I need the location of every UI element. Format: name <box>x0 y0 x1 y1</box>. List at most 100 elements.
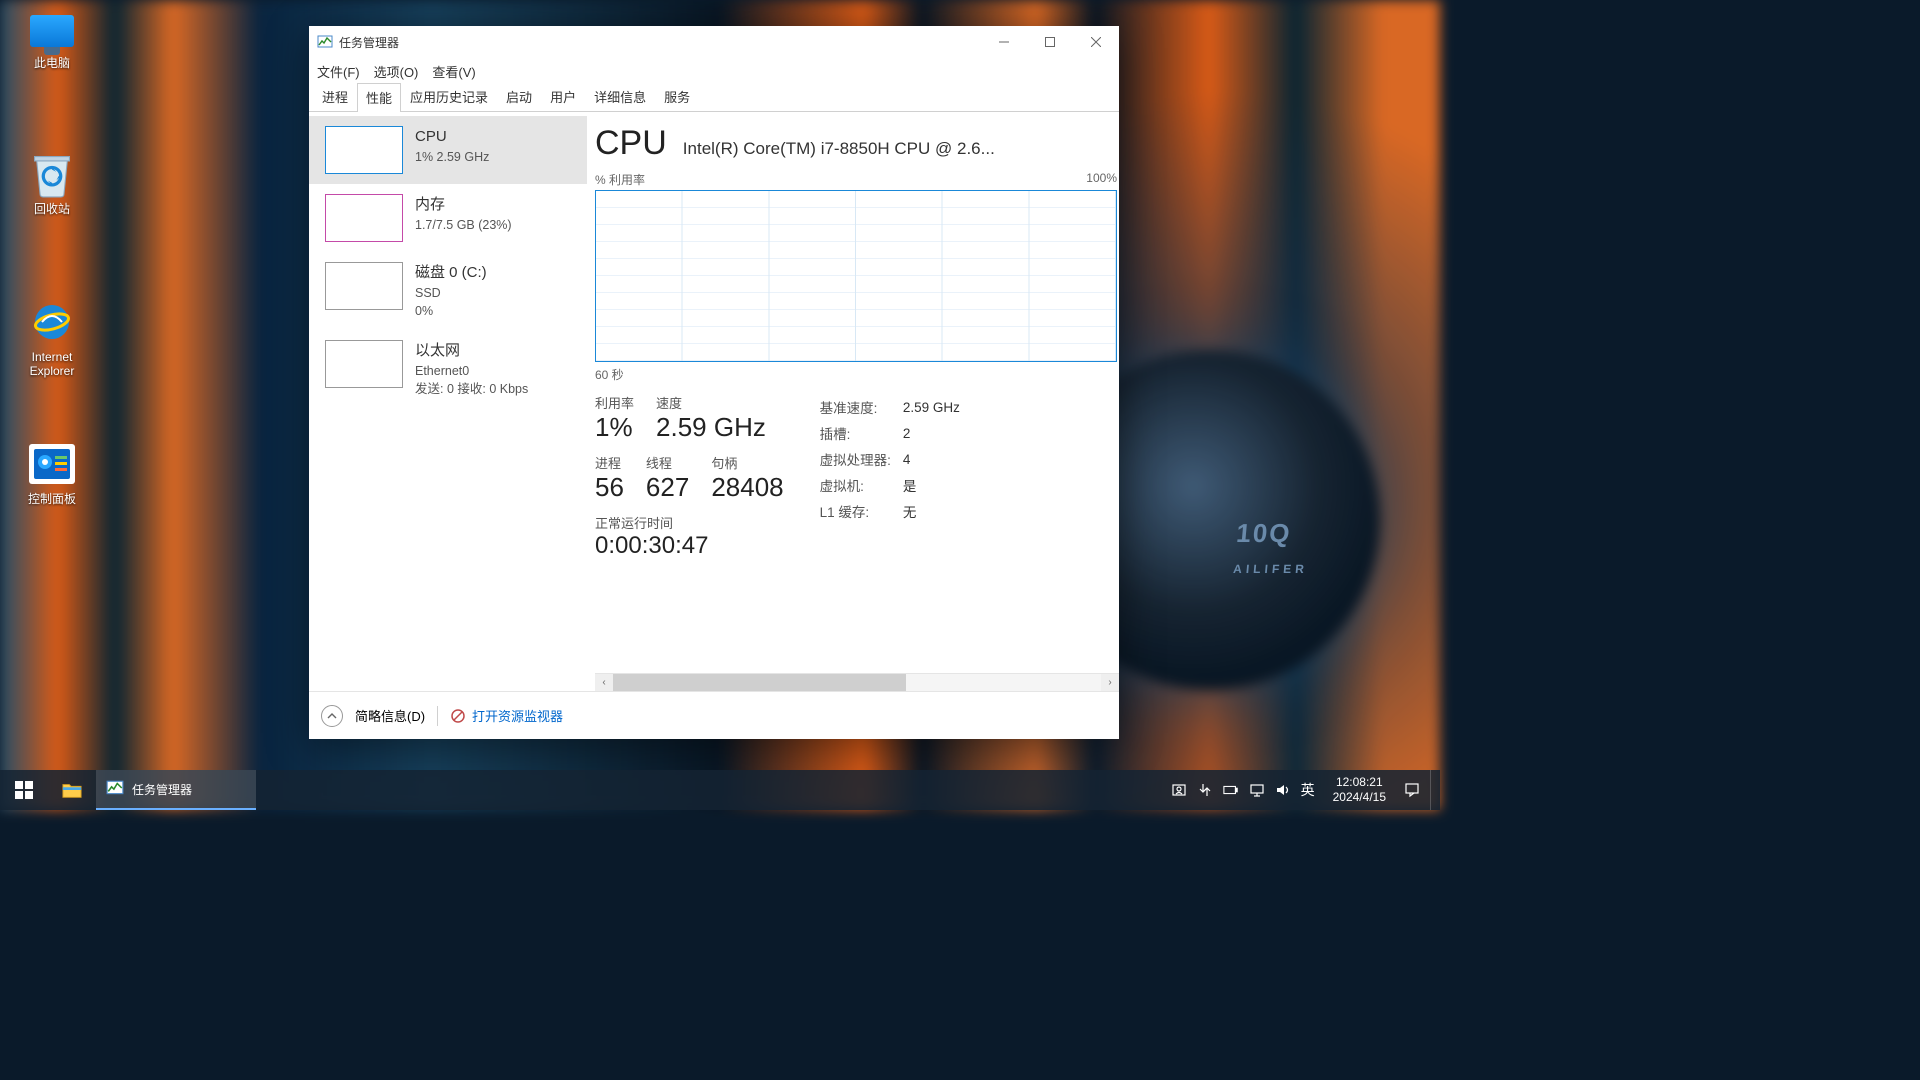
desktop-icon-label: 此电脑 <box>12 56 92 70</box>
sidebar-item-sub: SSD <box>415 284 487 302</box>
horizontal-scrollbar[interactable]: ‹ › <box>595 673 1119 691</box>
sidebar-item-ethernet[interactable]: 以太网 Ethernet0 发送: 0 接收: 0 Kbps <box>309 330 587 408</box>
main-panel: CPU Intel(R) Core(TM) i7-8850H CPU @ 2.6… <box>587 112 1119 691</box>
tray-clock[interactable]: 12:08:21 2024/4/15 <box>1325 775 1394 805</box>
sidebar-item-memory[interactable]: 内存 1.7/7.5 GB (23%) <box>309 184 587 252</box>
stat-proc-value: 56 <box>595 472 624 503</box>
memory-thumb <box>325 194 403 242</box>
start-button[interactable] <box>0 770 48 810</box>
sidebar: CPU 1% 2.59 GHz 内存 1.7/7.5 GB (23%) 磁盘 0… <box>309 112 587 691</box>
sidebar-item-sub2: 发送: 0 接收: 0 Kbps <box>415 380 528 398</box>
cpu-model: Intel(R) Core(TM) i7-8850H CPU @ 2.6... <box>683 139 995 159</box>
sidebar-item-name: CPU <box>415 126 489 148</box>
menu-view[interactable]: 查看(V) <box>432 62 475 81</box>
desktop-icon-recycle-bin[interactable]: 回收站 <box>12 150 92 216</box>
menu-options[interactable]: 选项(O) <box>374 62 419 81</box>
tab-performance[interactable]: 性能 <box>357 83 401 112</box>
clock-time: 12:08:21 <box>1333 775 1386 790</box>
monitor-icon <box>30 15 74 47</box>
menubar: 文件(F) 选项(O) 查看(V) <box>309 58 1119 84</box>
stat-sockets-value: 2 <box>903 421 970 445</box>
body: CPU 1% 2.59 GHz 内存 1.7/7.5 GB (23%) 磁盘 0… <box>309 112 1119 691</box>
tray-volume-icon[interactable] <box>1275 782 1291 798</box>
sidebar-item-cpu[interactable]: CPU 1% 2.59 GHz <box>309 116 587 184</box>
open-resmon-link[interactable]: 打开资源监视器 <box>450 706 563 725</box>
task-manager-icon <box>317 34 333 50</box>
cpu-usage-chart[interactable] <box>595 190 1117 362</box>
tray-network-icon[interactable] <box>1249 782 1265 798</box>
resmon-label: 打开资源监视器 <box>472 706 563 725</box>
sidebar-item-disk[interactable]: 磁盘 0 (C:) SSD 0% <box>309 252 587 330</box>
tab-app-history[interactable]: 应用历史记录 <box>401 82 497 111</box>
tab-details[interactable]: 详细信息 <box>585 82 655 111</box>
tabbar: 进程 性能 应用历史记录 启动 用户 详细信息 服务 <box>309 84 1119 112</box>
recycle-bin-icon <box>28 150 76 198</box>
sidebar-item-name: 磁盘 0 (C:) <box>415 262 487 284</box>
clock-date: 2024/4/15 <box>1333 790 1386 805</box>
action-center-icon[interactable] <box>1404 782 1420 798</box>
scroll-left-icon[interactable]: ‹ <box>595 674 613 692</box>
stat-l1-value: 无 <box>903 499 970 523</box>
tab-services[interactable]: 服务 <box>655 82 699 111</box>
sidebar-item-name: 内存 <box>415 194 512 216</box>
stat-vproc-value: 4 <box>903 447 970 471</box>
desktop-icon-label: 控制面板 <box>12 492 92 506</box>
stat-handle-label: 句柄 <box>711 453 783 472</box>
stat-vm-value: 是 <box>903 473 970 497</box>
menu-file[interactable]: 文件(F) <box>317 62 360 81</box>
tray-people-icon[interactable] <box>1171 782 1187 798</box>
taskbar-app-label: 任务管理器 <box>132 781 192 798</box>
chart-label-left: % 利用率 <box>595 171 645 188</box>
scroll-thumb[interactable] <box>613 674 906 692</box>
taskbar: 任务管理器 英 12:08:21 2024/4/15 <box>0 770 1440 810</box>
desktop-icon-ie[interactable]: Internet Explorer <box>12 298 92 379</box>
separator <box>437 706 438 726</box>
desktop-icon-control-panel[interactable]: 控制面板 <box>12 440 92 506</box>
stat-base-label: 基准速度: <box>820 395 901 419</box>
sidebar-item-sub: Ethernet0 <box>415 362 528 380</box>
control-panel-icon <box>29 444 75 484</box>
stat-vm-label: 虚拟机: <box>820 473 901 497</box>
stat-proc-label: 进程 <box>595 453 624 472</box>
tab-startup[interactable]: 启动 <box>497 82 541 111</box>
desktop-icon-this-pc[interactable]: 此电脑 <box>12 4 92 70</box>
task-manager-window: 任务管理器 文件(F) 选项(O) 查看(V) 进程 性能 应用历史记录 启动 … <box>309 26 1119 739</box>
ethernet-thumb <box>325 340 403 388</box>
file-explorer-button[interactable] <box>48 770 96 810</box>
minimize-button[interactable] <box>981 26 1027 58</box>
sidebar-item-sub: 1% 2.59 GHz <box>415 148 489 166</box>
chart-label-right: 100% <box>1086 171 1117 188</box>
titlebar[interactable]: 任务管理器 <box>309 26 1119 58</box>
maximize-button[interactable] <box>1027 26 1073 58</box>
footer: 简略信息(D) 打开资源监视器 <box>309 691 1119 739</box>
close-button[interactable] <box>1073 26 1119 58</box>
tray-arrows-icon[interactable] <box>1197 782 1213 798</box>
ime-indicator[interactable]: 英 <box>1301 780 1315 800</box>
taskbar-app-task-manager[interactable]: 任务管理器 <box>96 770 256 810</box>
scroll-track[interactable] <box>613 674 1101 692</box>
task-manager-icon <box>106 779 124 800</box>
tray-battery-icon[interactable] <box>1223 782 1239 798</box>
stat-util-value: 1% <box>595 412 634 443</box>
sidebar-item-sub: 1.7/7.5 GB (23%) <box>415 216 512 234</box>
sidebar-item-name: 以太网 <box>415 340 528 362</box>
ie-icon <box>28 298 76 346</box>
scroll-right-icon[interactable]: › <box>1101 674 1119 692</box>
stat-base-value: 2.59 GHz <box>903 395 970 419</box>
main-heading: CPU <box>595 124 667 163</box>
stat-speed-value: 2.59 GHz <box>656 412 766 443</box>
cpu-thumb <box>325 126 403 174</box>
fewer-details-label[interactable]: 简略信息(D) <box>355 706 425 725</box>
show-desktop-button[interactable] <box>1430 770 1436 810</box>
stat-vproc-label: 虚拟处理器: <box>820 447 901 471</box>
stat-handle-value: 28408 <box>711 472 783 503</box>
sidebar-item-sub2: 0% <box>415 302 487 320</box>
system-tray: 英 12:08:21 2024/4/15 <box>1171 770 1440 810</box>
stat-thread-label: 线程 <box>646 453 689 472</box>
desktop-icon-label: 回收站 <box>12 202 92 216</box>
tab-processes[interactable]: 进程 <box>313 82 357 111</box>
stat-speed-label: 速度 <box>656 393 766 412</box>
stat-util-label: 利用率 <box>595 393 634 412</box>
collapse-button[interactable] <box>321 705 343 727</box>
tab-users[interactable]: 用户 <box>541 82 585 111</box>
